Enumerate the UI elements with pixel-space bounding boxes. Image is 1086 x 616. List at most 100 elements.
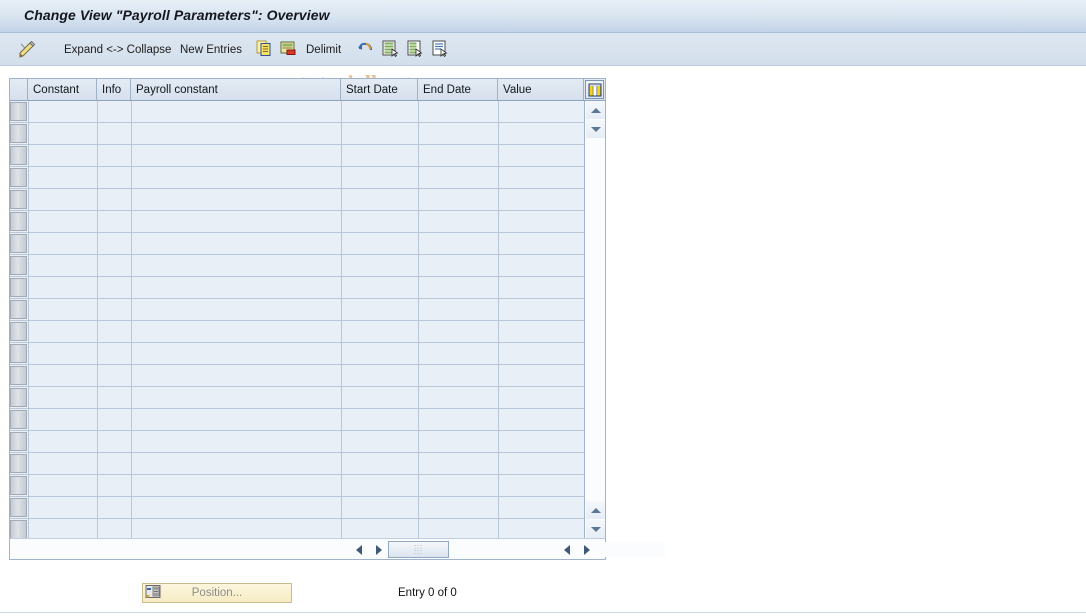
row-selector-button[interactable]	[10, 190, 27, 209]
row-selector-button[interactable]	[10, 300, 27, 319]
row-selector-button[interactable]	[10, 322, 27, 341]
cell-divider	[131, 365, 132, 387]
scroll-right-icon[interactable]	[578, 541, 595, 558]
delete-row-icon	[280, 40, 297, 60]
cell-divider	[97, 167, 98, 189]
cell-divider	[97, 387, 98, 409]
scroll-page-up-icon[interactable]	[586, 120, 605, 138]
row-selector-button[interactable]	[10, 124, 27, 143]
row-selector-button[interactable]	[10, 454, 27, 473]
cell-divider	[97, 233, 98, 255]
cell-divider	[418, 497, 419, 519]
table-header-row-selector[interactable]	[10, 79, 28, 100]
cell-divider	[341, 145, 342, 167]
page-title: Change View "Payroll Parameters": Overvi…	[24, 7, 330, 23]
table-row[interactable]	[10, 387, 584, 409]
scroll-left-page-icon[interactable]	[370, 541, 387, 558]
table-row[interactable]	[10, 101, 584, 123]
table-row[interactable]	[10, 431, 584, 453]
column-config-icon[interactable]	[585, 80, 604, 99]
table-row[interactable]	[10, 475, 584, 497]
table-row[interactable]	[10, 365, 584, 387]
position-button[interactable]: Position...	[142, 583, 292, 603]
row-selector-button[interactable]	[10, 212, 27, 231]
pencil-icon[interactable]	[18, 40, 36, 59]
row-selector-button[interactable]	[10, 366, 27, 385]
table-row[interactable]	[10, 497, 584, 519]
row-selector-button[interactable]	[10, 256, 27, 275]
vertical-scrollbar[interactable]	[584, 101, 605, 538]
undo-icon	[357, 40, 374, 60]
title-bar: Change View "Payroll Parameters": Overvi…	[0, 0, 1086, 33]
cell-divider	[28, 453, 29, 475]
cell-divider	[131, 123, 132, 145]
table-header-payroll-constant[interactable]: Payroll constant	[131, 79, 341, 100]
row-selector-button[interactable]	[10, 388, 27, 407]
table-row[interactable]	[10, 167, 584, 189]
cell-divider	[341, 387, 342, 409]
table-row[interactable]	[10, 299, 584, 321]
cell-divider	[28, 189, 29, 211]
row-selector-button[interactable]	[10, 476, 27, 495]
horizontal-scroll-thumb[interactable]: ::::::	[388, 541, 449, 558]
copy-button[interactable]	[256, 33, 273, 66]
details-button[interactable]	[432, 33, 449, 66]
cell-divider	[341, 321, 342, 343]
table-row[interactable]	[10, 409, 584, 431]
row-selector-button[interactable]	[10, 234, 27, 253]
table-row[interactable]	[10, 145, 584, 167]
table-header-end-date[interactable]: End Date	[418, 79, 498, 100]
row-selector-button[interactable]	[10, 432, 27, 451]
scroll-down-icon[interactable]	[586, 520, 605, 538]
cell-divider	[498, 123, 499, 145]
cell-divider	[28, 233, 29, 255]
table-row[interactable]	[10, 189, 584, 211]
select-all-button[interactable]	[382, 33, 399, 66]
expand-collapse-button[interactable]: Expand <-> Collapse	[62, 33, 173, 66]
table-header-value[interactable]: Value	[498, 79, 584, 100]
cell-divider	[341, 365, 342, 387]
cell-divider	[28, 343, 29, 365]
row-selector-button[interactable]	[10, 102, 27, 121]
table-row[interactable]	[10, 343, 584, 365]
deselect-all-icon	[407, 40, 424, 60]
row-selector-button[interactable]	[10, 344, 27, 363]
cell-divider	[28, 299, 29, 321]
table-header-info[interactable]: Info	[97, 79, 131, 100]
cell-divider	[341, 123, 342, 145]
cell-divider	[418, 321, 419, 343]
cell-divider	[418, 277, 419, 299]
table-row[interactable]	[10, 233, 584, 255]
row-selector-button[interactable]	[10, 168, 27, 187]
cell-divider	[28, 321, 29, 343]
row-selector-button[interactable]	[10, 146, 27, 165]
table-row[interactable]	[10, 453, 584, 475]
deselect-all-button[interactable]	[407, 33, 424, 66]
undo-button[interactable]	[357, 33, 374, 66]
scroll-right-page-icon[interactable]	[558, 541, 575, 558]
cell-divider	[28, 365, 29, 387]
table-row[interactable]	[10, 277, 584, 299]
table-header-start-date[interactable]: Start Date	[341, 79, 418, 100]
table-header-constant[interactable]: Constant	[28, 79, 97, 100]
horizontal-scrollbar[interactable]: ::::::	[10, 538, 665, 559]
row-selector-button[interactable]	[10, 410, 27, 429]
scroll-left-icon[interactable]	[350, 541, 367, 558]
delete-row-button[interactable]	[280, 33, 297, 66]
cell-divider	[341, 409, 342, 431]
cell-divider	[97, 365, 98, 387]
new-entries-button[interactable]: New Entries	[178, 33, 244, 66]
select-all-icon	[382, 40, 399, 60]
cell-divider	[418, 255, 419, 277]
cell-divider	[131, 233, 132, 255]
table-row[interactable]	[10, 123, 584, 145]
row-selector-button[interactable]	[10, 498, 27, 517]
row-selector-button[interactable]	[10, 278, 27, 297]
delimit-button[interactable]: Delimit	[304, 33, 343, 66]
table-row[interactable]	[10, 255, 584, 277]
scroll-up-icon[interactable]	[586, 101, 605, 119]
table-row[interactable]	[10, 321, 584, 343]
table-row[interactable]	[10, 211, 584, 233]
scroll-page-down-icon[interactable]	[586, 501, 605, 519]
row-selector-button[interactable]	[10, 520, 27, 539]
